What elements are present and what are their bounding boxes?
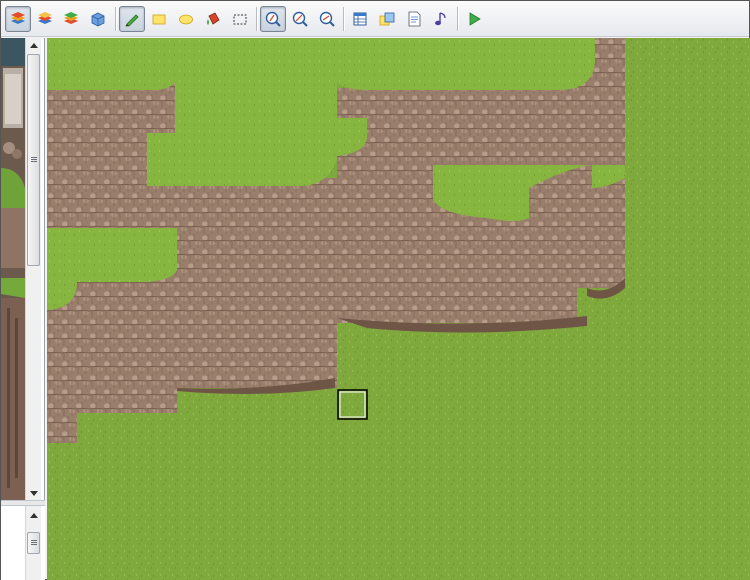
tileset-panel xyxy=(1,38,45,580)
playtest-icon xyxy=(469,12,481,26)
map-tree-scrollbar[interactable] xyxy=(25,506,41,580)
map-tree-panel[interactable] xyxy=(1,506,45,580)
scroll-up-icon[interactable] xyxy=(26,508,42,522)
ellipse-button[interactable] xyxy=(173,6,199,32)
scroll-thumb[interactable] xyxy=(27,54,40,266)
pencil-icon xyxy=(125,14,139,27)
pencil-button[interactable] xyxy=(119,6,145,32)
sound-test-icon xyxy=(435,12,446,26)
select-button[interactable] xyxy=(227,6,253,32)
rectangle-button[interactable] xyxy=(146,6,172,32)
database-button[interactable] xyxy=(347,6,373,32)
event-layer-icon xyxy=(91,12,105,27)
resource-manager-icon xyxy=(379,12,395,26)
scroll-down-icon[interactable] xyxy=(26,486,42,500)
scroll-thumb[interactable] xyxy=(27,532,40,554)
grass-plateau xyxy=(337,38,595,90)
script-editor-icon xyxy=(408,11,421,27)
layer-3-button[interactable] xyxy=(58,6,84,32)
layer-3-icon xyxy=(64,12,78,24)
sound-test-button[interactable] xyxy=(428,6,454,32)
tileset-palette[interactable] xyxy=(1,38,25,500)
zoom-4-icon xyxy=(319,11,335,27)
toolbar-separator xyxy=(115,7,116,31)
select-icon xyxy=(233,14,247,25)
rectangle-icon xyxy=(152,14,166,25)
map-canvas[interactable] xyxy=(47,38,750,580)
toolbar xyxy=(1,1,749,37)
layer-2-icon xyxy=(38,12,52,24)
grass-plateau xyxy=(47,38,177,90)
grass-plateau xyxy=(175,38,337,138)
zoom-4-button[interactable] xyxy=(314,6,340,32)
script-editor-button[interactable] xyxy=(401,6,427,32)
tileset-scrollbar[interactable] xyxy=(25,38,41,500)
layer-1-icon xyxy=(11,12,25,24)
toolbar-separator xyxy=(457,7,458,31)
resource-manager-button[interactable] xyxy=(374,6,400,32)
flood-fill-button[interactable] xyxy=(200,6,226,32)
zoom-1-button[interactable] xyxy=(260,6,286,32)
toolbar-separator xyxy=(256,7,257,31)
editor-window xyxy=(0,0,750,580)
zoom-2-icon xyxy=(292,11,308,27)
scroll-up-icon[interactable] xyxy=(26,38,42,52)
ellipse-icon xyxy=(179,14,193,25)
cliff-face xyxy=(77,278,177,413)
zoom-2-button[interactable] xyxy=(287,6,313,32)
grass-plateau xyxy=(147,133,337,186)
event-layer-button[interactable] xyxy=(85,6,111,32)
toolbar-separator xyxy=(343,7,344,31)
layer-2-button[interactable] xyxy=(32,6,58,32)
database-icon xyxy=(353,12,367,26)
playtest-button[interactable] xyxy=(461,6,487,32)
flood-fill-icon xyxy=(207,12,220,25)
zoom-1-icon xyxy=(265,11,281,27)
layer-1-button[interactable] xyxy=(5,6,31,32)
